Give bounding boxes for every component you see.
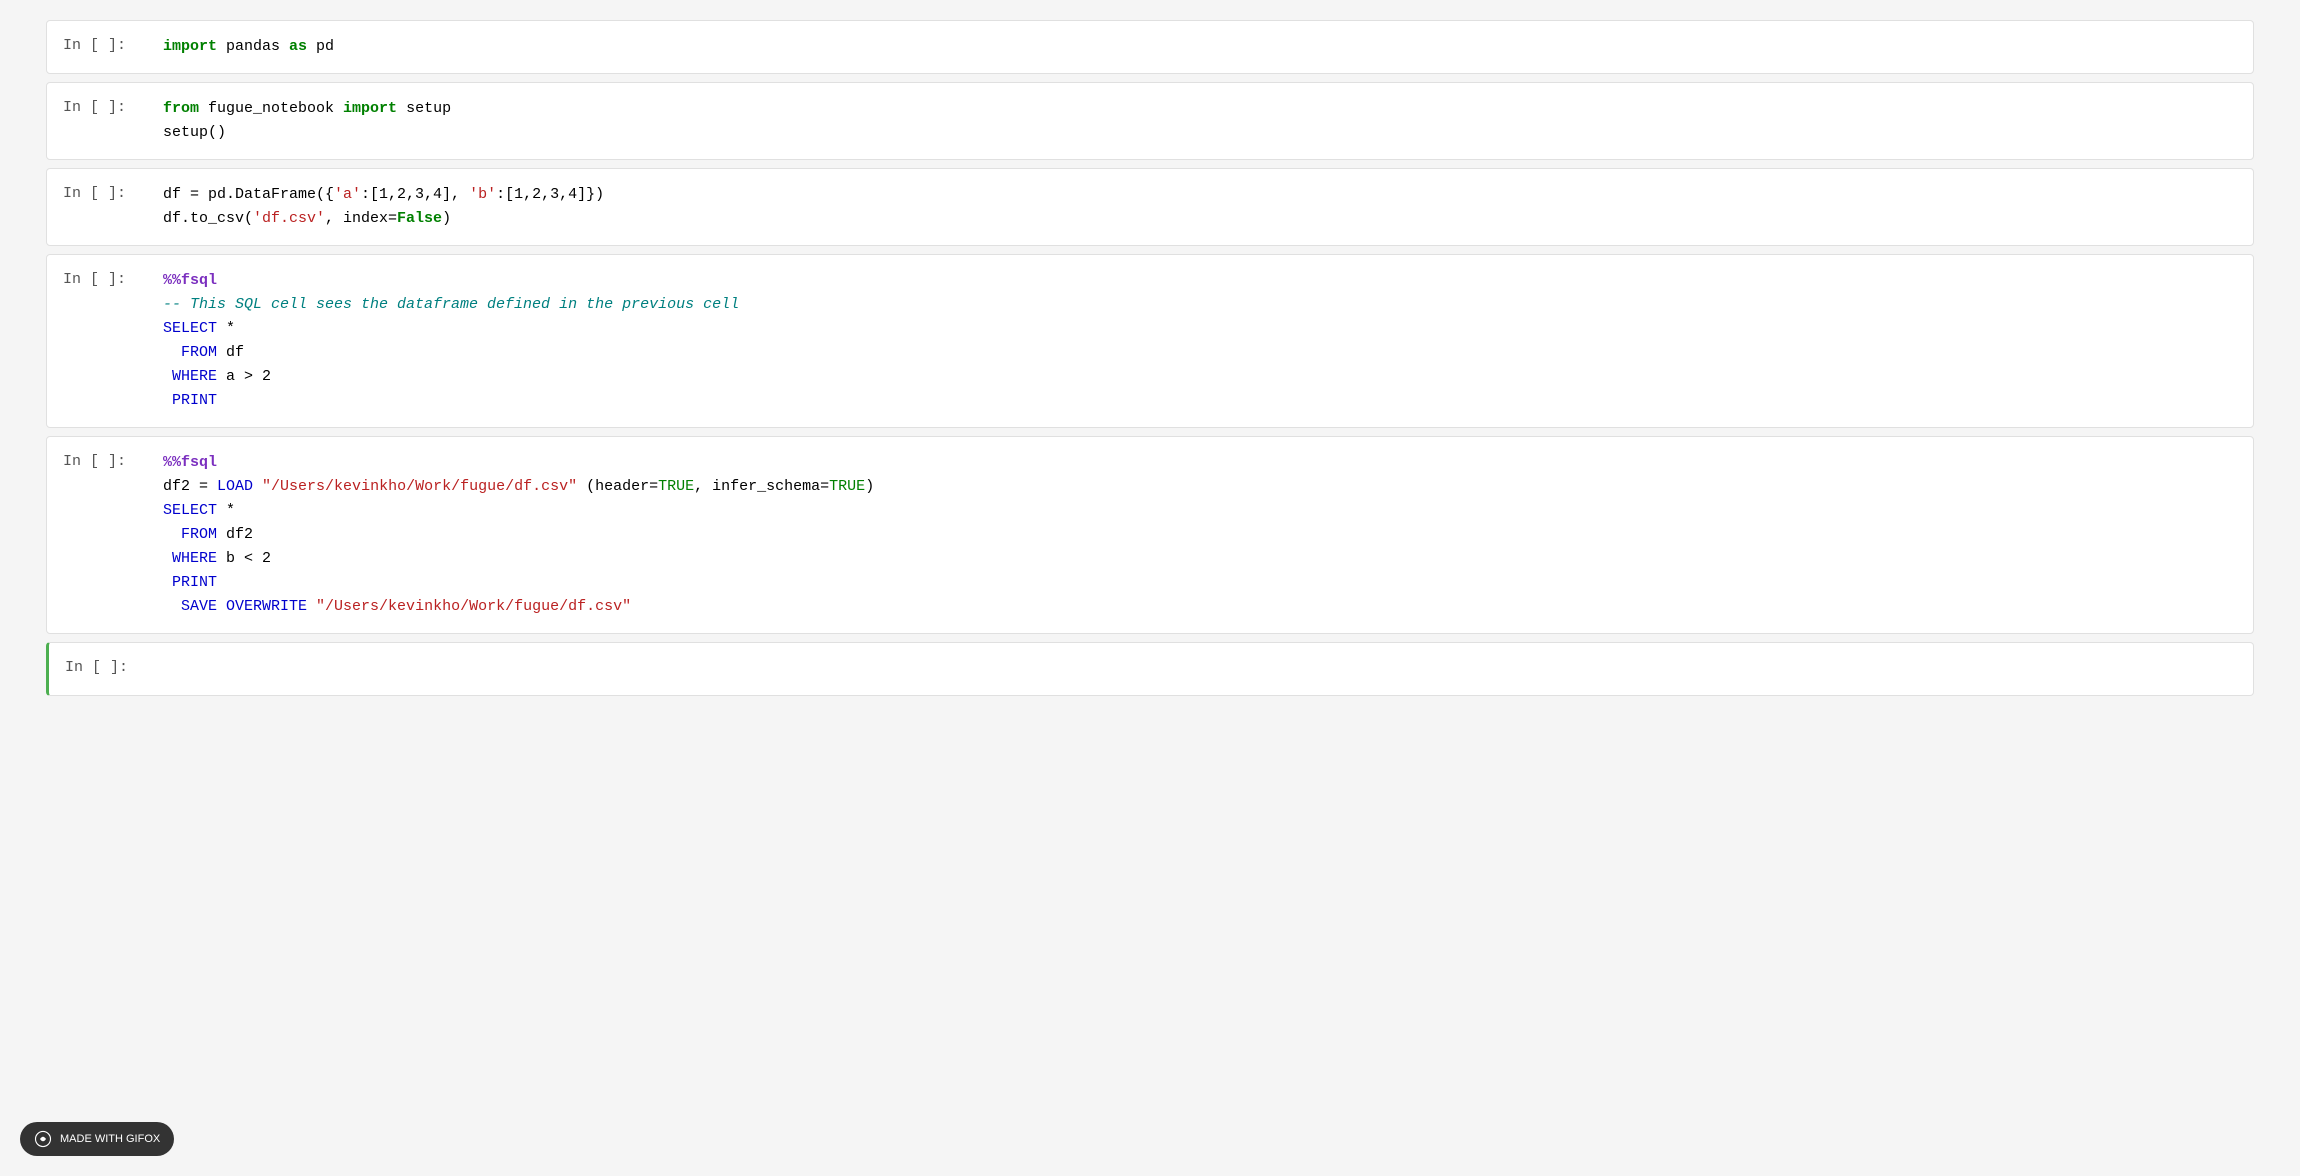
cell-prompt: In [ ]:: [65, 657, 165, 676]
code-line: import pandas as pd: [163, 35, 2237, 59]
cell-code[interactable]: from fugue_notebook import setupsetup(): [163, 97, 2237, 145]
code-line: df2 = LOAD "/Users/kevinkho/Work/fugue/d…: [163, 475, 2237, 499]
code-line: SELECT *: [163, 499, 2237, 523]
code-line: WHERE a > 2: [163, 365, 2237, 389]
code-line: from fugue_notebook import setup: [163, 97, 2237, 121]
cell-code[interactable]: %%fsqldf2 = LOAD "/Users/kevinkho/Work/f…: [163, 451, 2237, 619]
cell-prompt: In [ ]:: [63, 97, 163, 116]
notebook-cell-cell-4[interactable]: In [ ]:%%fsql-- This SQL cell sees the d…: [46, 254, 2254, 428]
notebook-cell-cell-5[interactable]: In [ ]:%%fsqldf2 = LOAD "/Users/kevinkho…: [46, 436, 2254, 634]
notebook: In [ ]:import pandas as pdIn [ ]:from fu…: [0, 0, 2300, 724]
notebook-cell-cell-3[interactable]: In [ ]:df = pd.DataFrame({'a':[1,2,3,4],…: [46, 168, 2254, 246]
gifox-label: MADE WITH GIFOX: [60, 1133, 160, 1145]
notebook-cell-cell-6[interactable]: In [ ]:: [46, 642, 2254, 696]
code-line: %%fsql: [163, 269, 2237, 293]
notebook-cell-cell-1[interactable]: In [ ]:import pandas as pd: [46, 20, 2254, 74]
cell-code[interactable]: %%fsql-- This SQL cell sees the datafram…: [163, 269, 2237, 413]
cell-code[interactable]: [165, 657, 2237, 681]
code-line: df.to_csv('df.csv', index=False): [163, 207, 2237, 231]
code-line: df = pd.DataFrame({'a':[1,2,3,4], 'b':[1…: [163, 183, 2237, 207]
code-line: -- This SQL cell sees the dataframe defi…: [163, 293, 2237, 317]
notebook-cell-cell-2[interactable]: In [ ]:from fugue_notebook import setups…: [46, 82, 2254, 160]
code-line: FROM df: [163, 341, 2237, 365]
cell-code[interactable]: df = pd.DataFrame({'a':[1,2,3,4], 'b':[1…: [163, 183, 2237, 231]
code-line: PRINT: [163, 571, 2237, 595]
code-line: setup(): [163, 121, 2237, 145]
code-line: SELECT *: [163, 317, 2237, 341]
code-line: SAVE OVERWRITE "/Users/kevinkho/Work/fug…: [163, 595, 2237, 619]
gifox-icon: [34, 1130, 52, 1148]
code-line: %%fsql: [163, 451, 2237, 475]
code-line: PRINT: [163, 389, 2237, 413]
cell-prompt: In [ ]:: [63, 451, 163, 470]
gifox-bar: MADE WITH GIFOX: [20, 1122, 174, 1156]
cell-prompt: In [ ]:: [63, 183, 163, 202]
code-line: FROM df2: [163, 523, 2237, 547]
cell-code[interactable]: import pandas as pd: [163, 35, 2237, 59]
cell-prompt: In [ ]:: [63, 269, 163, 288]
code-line: WHERE b < 2: [163, 547, 2237, 571]
cell-prompt: In [ ]:: [63, 35, 163, 54]
